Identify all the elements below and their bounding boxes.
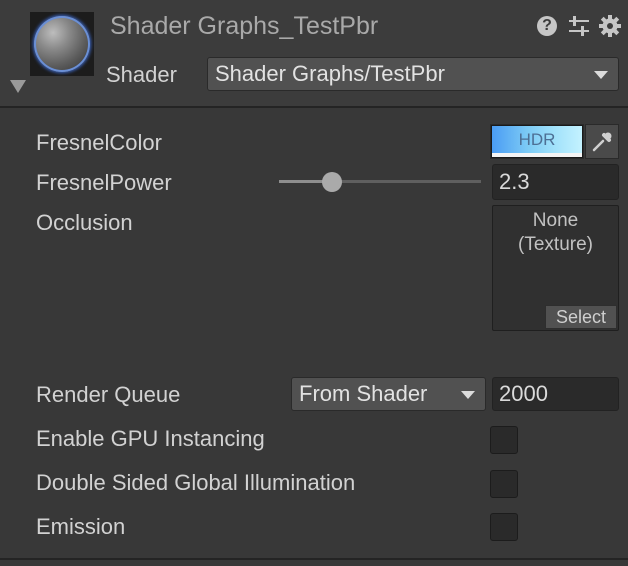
render-queue-mode: From Shader <box>299 381 428 406</box>
presets-button[interactable] <box>567 14 591 38</box>
render-queue-input[interactable]: 2000 <box>492 377 619 411</box>
double-sided-gi-checkbox[interactable] <box>490 470 518 498</box>
texture-type-text: (Texture) <box>518 234 593 255</box>
fresnel-power-label: FresnelPower <box>36 170 172 195</box>
material-preview[interactable] <box>30 12 94 76</box>
settings-button[interactable] <box>598 14 622 38</box>
occlusion-label: Occlusion <box>36 210 133 235</box>
fresnel-color-label: FresnelColor <box>36 130 162 155</box>
occlusion-texture-slot[interactable]: None (Texture) Select <box>492 205 619 331</box>
hdr-badge: HDR <box>492 126 582 153</box>
material-title: Shader Graphs_TestPbr <box>110 12 379 40</box>
chevron-down-icon <box>594 71 608 79</box>
gpu-instancing-checkbox[interactable] <box>490 426 518 454</box>
fresnel-power-input[interactable]: 2.3 <box>492 164 619 200</box>
eyedropper-button[interactable] <box>585 124 619 159</box>
help-icon: ? <box>537 16 557 36</box>
emission-checkbox[interactable] <box>490 513 518 541</box>
divider <box>0 558 628 560</box>
gpu-instancing-label: Enable GPU Instancing <box>36 426 265 451</box>
shader-label: Shader <box>106 62 177 87</box>
material-sphere-preview <box>34 16 90 72</box>
gear-icon <box>599 15 621 37</box>
render-queue-dropdown[interactable]: From Shader <box>291 377 486 411</box>
shader-dropdown[interactable]: Shader Graphs/TestPbr <box>207 57 619 91</box>
fresnel-color-field[interactable]: HDR <box>490 124 584 159</box>
presets-icon <box>569 16 589 36</box>
double-sided-gi-label: Double Sided Global Illumination <box>36 470 356 495</box>
slider-handle[interactable] <box>321 172 342 192</box>
texture-placeholder: None (Texture) <box>493 209 618 257</box>
material-header: Shader Graphs_TestPbr ? Shader Shader Gr… <box>0 0 628 108</box>
help-button[interactable]: ? <box>535 14 559 38</box>
shader-dropdown-value: Shader Graphs/TestPbr <box>215 61 445 86</box>
chevron-down-icon <box>461 391 475 399</box>
alpha-bar <box>492 153 582 157</box>
eyedropper-icon <box>592 132 612 151</box>
texture-select-button[interactable]: Select <box>545 305 617 329</box>
render-queue-label: Render Queue <box>36 382 181 407</box>
texture-none-text: None <box>532 210 579 231</box>
emission-label: Emission <box>36 514 126 539</box>
fresnel-power-slider[interactable] <box>279 180 481 183</box>
foldout-arrow-icon[interactable] <box>10 80 26 93</box>
